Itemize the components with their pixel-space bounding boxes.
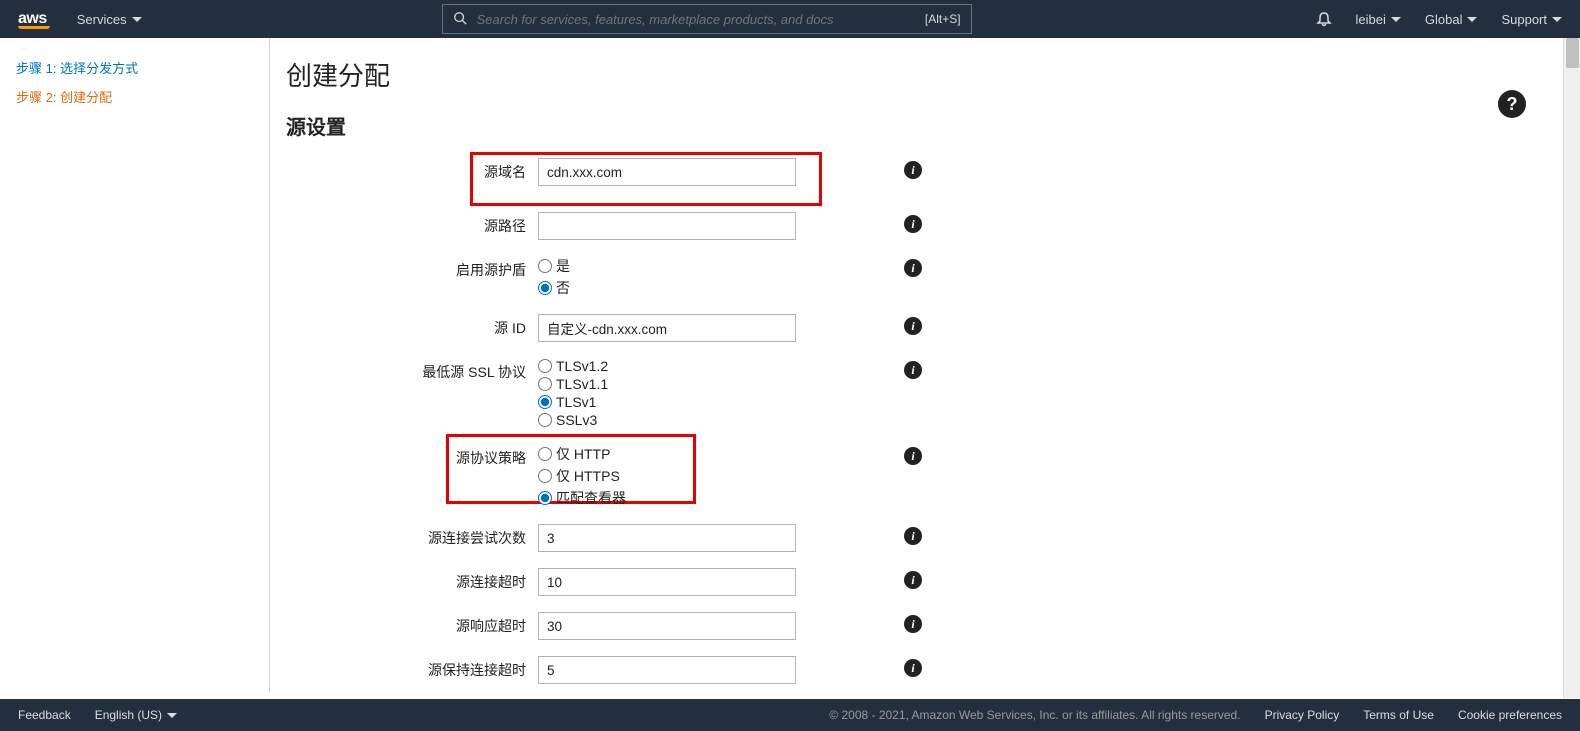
label-origin-shield: 启用源护盾 [286,256,538,280]
step-1-link[interactable]: 步骤 1: 选择分发方式 [16,58,253,77]
search-input[interactable] [477,12,925,27]
label-conn-timeout: 源连接超时 [286,568,538,592]
radio-shield-yes[interactable]: 是 [538,256,570,276]
label-min-ssl: 最低源 SSL 协议 [286,358,538,382]
input-conn-attempts[interactable] [538,524,796,552]
label-resp-timeout: 源响应超时 [286,612,538,636]
input-origin-id[interactable] [538,314,796,342]
chevron-down-icon [1391,17,1401,22]
info-icon[interactable]: i [904,161,922,179]
input-keepalive-timeout[interactable] [538,656,796,684]
help-icon[interactable]: ? [1498,90,1526,118]
top-nav: aws Services [Alt+S] leibei Global Suppo… [0,0,1580,38]
label-origin-path: 源路径 [286,212,538,236]
aws-logo[interactable]: aws [18,10,77,29]
cookies-link[interactable]: Cookie preferences [1458,708,1562,722]
label-conn-attempts: 源连接尝试次数 [286,524,538,548]
radio-proto-match[interactable]: 匹配查看器 [538,488,626,508]
chevron-down-icon [167,713,177,718]
radio-ssl-tlsv12[interactable]: TLSv1.2 [538,358,608,374]
info-icon[interactable]: i [904,361,922,379]
search-box[interactable]: [Alt+S] [442,4,972,34]
chevron-down-icon [132,17,142,22]
search-shortcut: [Alt+S] [925,12,961,26]
info-icon[interactable]: i [904,527,922,545]
input-origin-domain[interactable] [538,158,796,186]
radio-proto-http[interactable]: 仅 HTTP [538,444,626,464]
language-menu[interactable]: English (US) [95,708,177,722]
terms-link[interactable]: Terms of Use [1363,708,1434,722]
sidebar: 步骤 1: 选择分发方式 步骤 2: 创建分配 [0,38,270,692]
copyright: © 2008 - 2021, Amazon Web Services, Inc.… [829,708,1240,722]
info-icon[interactable]: i [904,447,922,465]
support-menu[interactable]: Support [1501,12,1562,27]
input-origin-path[interactable] [538,212,796,240]
radio-ssl-tlsv11[interactable]: TLSv1.1 [538,376,608,392]
step-2-link[interactable]: 步骤 2: 创建分配 [16,87,253,106]
input-resp-timeout[interactable] [538,612,796,640]
label-origin-id: 源 ID [286,314,538,338]
footer: Feedback English (US) © 2008 - 2021, Ama… [0,699,1580,731]
info-icon[interactable]: i [904,571,922,589]
notifications-icon[interactable] [1316,11,1332,27]
services-menu[interactable]: Services [77,12,142,27]
privacy-link[interactable]: Privacy Policy [1265,708,1340,722]
region-menu[interactable]: Global [1425,12,1478,27]
section-title: 源设置 [286,111,1552,140]
chevron-down-icon [1552,17,1562,22]
user-menu[interactable]: leibei [1356,12,1401,27]
radio-ssl-tlsv1[interactable]: TLSv1 [538,394,608,410]
info-icon[interactable]: i [904,317,922,335]
input-conn-timeout[interactable] [538,568,796,596]
radio-proto-https[interactable]: 仅 HTTPS [538,466,626,486]
label-protocol-policy: 源协议策略 [286,444,538,468]
info-icon[interactable]: i [904,215,922,233]
info-icon[interactable]: i [904,259,922,277]
info-icon[interactable]: i [904,659,922,677]
feedback-link[interactable]: Feedback [18,708,71,722]
main-content: ? 创建分配 源设置 源域名 i 源路径 i [270,38,1580,692]
page-title: 创建分配 [286,56,1552,93]
label-keepalive-timeout: 源保持连接超时 [286,656,538,680]
label-origin-domain: 源域名 [286,158,538,182]
radio-shield-no[interactable]: 否 [538,278,570,298]
info-icon[interactable]: i [904,615,922,633]
scrollbar[interactable] [1563,38,1580,698]
radio-ssl-sslv3[interactable]: SSLv3 [538,412,608,428]
search-icon [453,11,467,28]
scroll-thumb[interactable] [1566,38,1579,68]
chevron-down-icon [1467,17,1477,22]
